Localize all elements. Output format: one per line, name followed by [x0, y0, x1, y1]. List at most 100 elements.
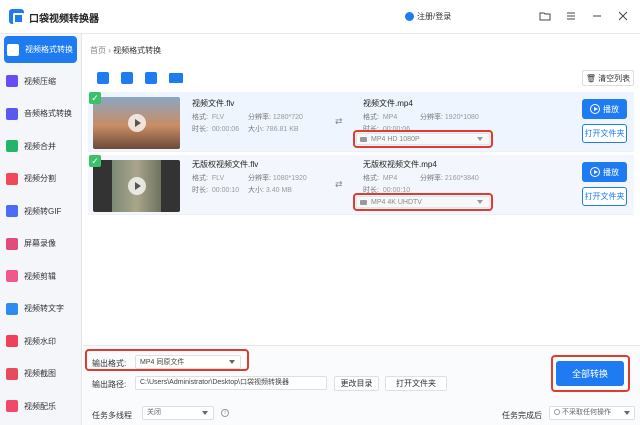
- play-label: 播放: [603, 104, 619, 114]
- audio-icon: [6, 107, 18, 120]
- sidebar-item[interactable]: 视频截图: [0, 358, 81, 391]
- watermark-icon: [6, 335, 18, 348]
- output-format: 格式: MP4: [363, 114, 398, 121]
- mbit-icon[interactable]: [169, 73, 183, 83]
- checkbox-checked-icon[interactable]: ✓: [89, 155, 101, 167]
- sidebar-item-label: 视频配乐: [24, 401, 56, 411]
- play-icon: [590, 167, 600, 177]
- breadcrumb-current: 视频格式转换: [113, 46, 162, 55]
- compress-icon: [6, 75, 18, 88]
- menu-icon[interactable]: [565, 10, 577, 22]
- minimize-icon[interactable]: [591, 10, 603, 22]
- play-overlay-icon[interactable]: [128, 177, 146, 195]
- sidebar-item[interactable]: 音频格式转换: [0, 98, 81, 131]
- gif-icon: [6, 205, 18, 218]
- record-icon: [6, 237, 18, 250]
- highlight-box: [551, 355, 630, 392]
- sidebar-item[interactable]: 视频合并: [0, 130, 81, 163]
- source-duration: 时长: 00:00:10: [192, 187, 240, 194]
- source-size: 大小: 786.81 KB: [248, 126, 299, 133]
- batch-add-icon[interactable]: [145, 72, 157, 84]
- title-bar: 口袋视频转换器 注册/登录: [0, 0, 640, 34]
- open-folder-button[interactable]: 打开文件夹: [582, 187, 627, 206]
- play-icon: [590, 104, 600, 114]
- source-resolution: 分辨率: 1080*1920: [248, 175, 307, 182]
- login-label: 注册/登录: [417, 12, 452, 21]
- sidebar-item[interactable]: 视频水印: [0, 325, 81, 358]
- sidebar-item[interactable]: 屏幕录像: [0, 228, 81, 261]
- screenshot-icon: [6, 367, 18, 380]
- output-resolution: 分辨率: 1920*1080: [420, 114, 479, 121]
- music-icon: [6, 400, 18, 413]
- after-task-value: 不采取任何操作: [562, 409, 611, 416]
- breadcrumb: 首页 › 视频格式转换: [90, 45, 161, 56]
- sidebar-item-label: 视频水印: [24, 336, 56, 346]
- merge-icon: [6, 140, 18, 153]
- thread-value: 关闭: [147, 409, 161, 416]
- close-icon[interactable]: [617, 10, 629, 22]
- change-dir-button[interactable]: 更改目录: [334, 376, 379, 391]
- open-folder-button[interactable]: 打开文件夹: [582, 124, 627, 143]
- sidebar-item[interactable]: 视频分割: [0, 163, 81, 196]
- sidebar-item[interactable]: 视频转GIF: [0, 195, 81, 228]
- chevron-down-icon: [624, 411, 630, 415]
- sidebar: 视频格式转换 视频压缩音频格式转换视频合并视频分割 视频转GIF 屏幕录像视频剪辑视频…: [0, 34, 82, 425]
- scissors-icon: [6, 270, 18, 283]
- thread-select[interactable]: 关闭: [142, 406, 214, 420]
- open-output-folder-button[interactable]: 打开文件夹: [385, 376, 447, 391]
- play-button[interactable]: 播放: [582, 99, 627, 119]
- checkbox-checked-icon[interactable]: ✓: [89, 92, 101, 104]
- add-file-icon[interactable]: [97, 72, 109, 84]
- add-folder-icon[interactable]: [121, 72, 133, 84]
- output-resolution: 分辨率: 2160*3840: [420, 175, 479, 182]
- sidebar-item[interactable]: 视频格式转换: [4, 36, 77, 63]
- source-filename: 视频文件.flv: [192, 99, 235, 108]
- sidebar-item[interactable]: 视频剪辑: [0, 260, 81, 293]
- breadcrumb-separator: ›: [108, 46, 111, 55]
- play-button[interactable]: 播放: [582, 162, 627, 182]
- clear-list-button[interactable]: 🗑 清空列表: [582, 70, 634, 86]
- info-icon[interactable]: i: [221, 409, 229, 417]
- source-format: 格式: FLV: [192, 114, 225, 121]
- play-overlay-icon[interactable]: [128, 114, 146, 132]
- chevron-down-icon: [202, 411, 208, 415]
- sidebar-item-label: 视频合并: [24, 141, 56, 151]
- breadcrumb-home[interactable]: 首页: [90, 46, 106, 55]
- sidebar-item-label: 视频压缩: [24, 76, 56, 86]
- sidebar-item-label: 视频格式转换: [25, 45, 73, 54]
- sidebar-item-label: 视频截图: [24, 369, 56, 379]
- sidebar-item[interactable]: 视频转文字: [0, 293, 81, 326]
- sidebar-item[interactable]: 视频配乐: [0, 390, 81, 423]
- sidebar-item-label: 屏幕录像: [24, 239, 56, 249]
- after-task-select[interactable]: 不采取任何操作: [549, 406, 635, 420]
- sidebar-item[interactable]: 视频压缩: [0, 65, 81, 98]
- radio-icon: [554, 409, 560, 416]
- app-title: 口袋视频转换器: [29, 14, 99, 25]
- output-filename: 视频文件.mp4: [363, 99, 413, 108]
- file-row[interactable]: ✓ 无版权视频文件.flv 格式: FLV 分辨率: 1080*1920 时长:…: [88, 155, 634, 215]
- clear-list-label: 清空列表: [598, 73, 631, 83]
- play-label: 播放: [603, 167, 619, 177]
- login-link[interactable]: 注册/登录: [405, 11, 451, 22]
- video-thumbnail[interactable]: [93, 160, 180, 212]
- thread-label: 任务多线程: [92, 411, 132, 420]
- split-icon: [6, 172, 18, 185]
- output-filename: 无版权视频文件.mp4: [363, 160, 437, 169]
- highlight-box: [85, 349, 249, 371]
- video-thumbnail[interactable]: [93, 97, 180, 149]
- folder-icon[interactable]: [539, 10, 551, 22]
- highlight-box: [353, 193, 493, 211]
- shuffle-arrow-icon: ⇄: [335, 116, 343, 126]
- trash-icon: 🗑: [585, 73, 597, 83]
- sidebar-item-label: 视频转文字: [24, 304, 64, 314]
- output-path-input[interactable]: C:\Users\Administrator\Desktop\口袋视频转换器: [135, 376, 327, 390]
- source-filename: 无版权视频文件.flv: [192, 160, 259, 169]
- after-task-label: 任务完成后: [502, 411, 542, 420]
- highlight-box: [353, 130, 493, 148]
- file-row[interactable]: ✓ 视频文件.flv 格式: FLV 分辨率: 1280*720 时长: 00:…: [88, 92, 634, 152]
- user-icon: [405, 12, 414, 21]
- output-format: 格式: MP4: [363, 175, 398, 182]
- source-resolution: 分辨率: 1280*720: [248, 114, 303, 121]
- file-toolbar: [97, 72, 183, 84]
- source-duration: 时长: 00:00:06: [192, 126, 240, 133]
